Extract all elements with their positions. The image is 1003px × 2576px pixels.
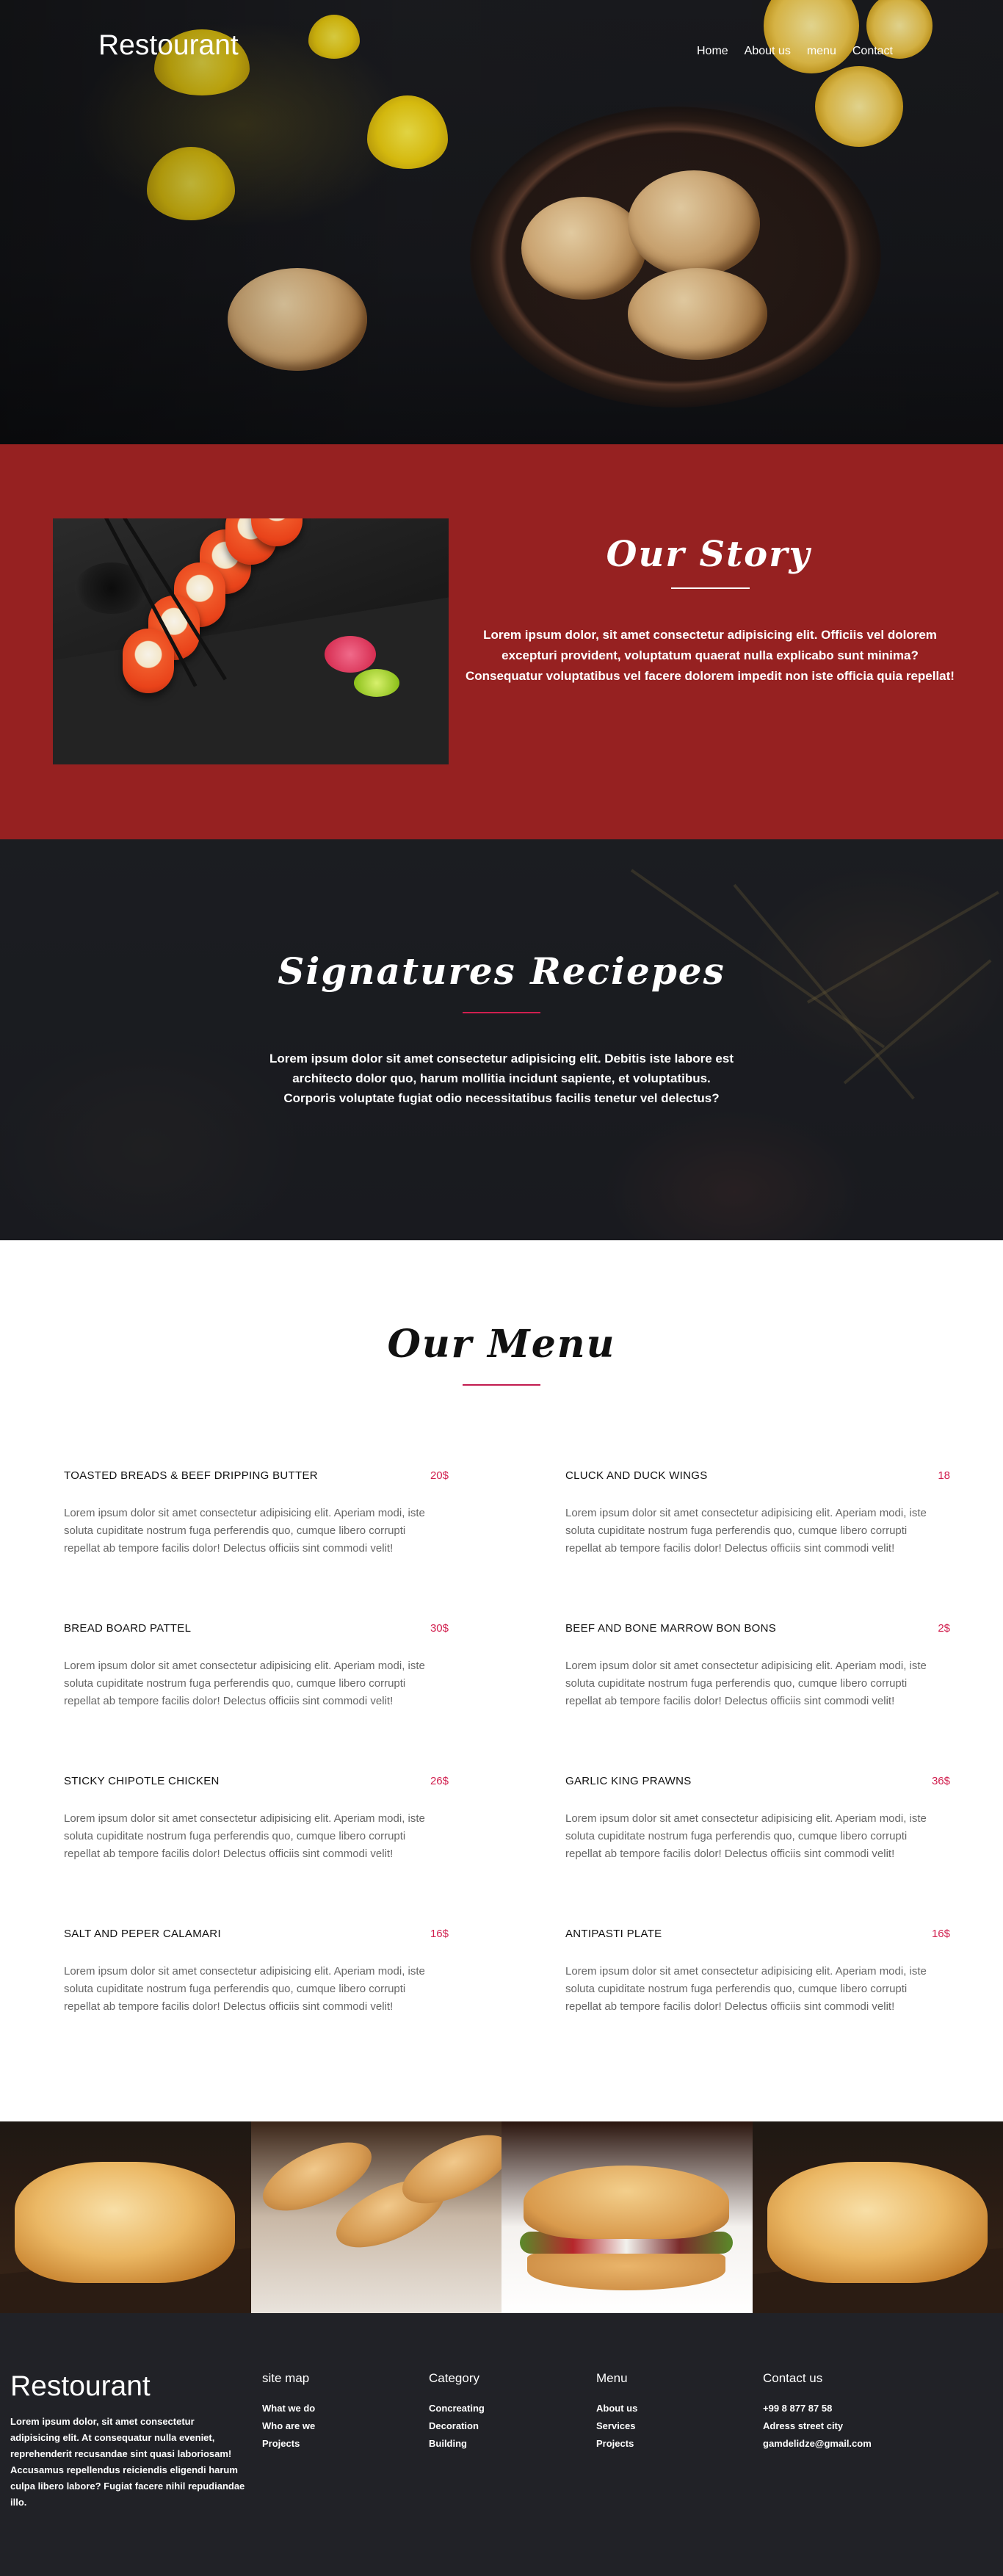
food-gallery <box>0 2121 1003 2313</box>
footer-logo[interactable]: Restourant <box>10 2370 151 2403</box>
menu-item-price: 30$ <box>430 1622 449 1635</box>
story-text: Lorem ipsum dolor, sit amet consectetur … <box>466 628 955 683</box>
footer-email[interactable]: gamdelidze@gmail.com <box>763 2435 872 2453</box>
menu-item: BREAD BOARD PATTEL 30$ Lorem ipsum dolor … <box>64 1622 449 1710</box>
menu-item: SALT AND PEPER CALAMARI 16$ Lorem ipsum d… <box>64 1928 449 2016</box>
menu-item-name: ANTIPASTI PLATE <box>565 1928 662 1940</box>
soy-bowl <box>75 562 148 614</box>
footer-link[interactable]: Who are we <box>262 2417 315 2435</box>
footer-link[interactable]: Services <box>596 2417 637 2435</box>
menu-item-price: 26$ <box>430 1775 449 1787</box>
menu-item-price: 36$ <box>931 1775 950 1787</box>
menu-item: BEEF AND BONE MARROW BON BONS 2$ Lorem ip… <box>565 1622 950 1710</box>
menu-item: CLUCK AND DUCK WINGS 18 Lorem ipsum dolor… <box>565 1469 950 1557</box>
menu-item-name: CLUCK AND DUCK WINGS <box>565 1469 708 1482</box>
gallery-image-pastry <box>0 2121 251 2313</box>
menu-item: GARLIC KING PRAWNS 36$ Lorem ipsum dolor … <box>565 1775 950 1863</box>
menu-item-price: 16$ <box>931 1928 950 1940</box>
gallery-image-sandwiches <box>250 2121 502 2313</box>
menu-item-name: STICKY CHIPOTLE CHICKEN <box>64 1775 220 1787</box>
footer-column-menu: Menu About us Services Projects <box>596 2371 637 2453</box>
hero-shade <box>0 0 1003 444</box>
lime-garnish <box>354 669 399 697</box>
menu-item-name: TOASTED BREADS & BEEF DRIPPING BUTTER <box>64 1469 318 1482</box>
nav-about-us[interactable]: About us <box>745 45 791 58</box>
footer-column-title: Category <box>429 2371 479 2385</box>
footer-link[interactable]: Decoration <box>429 2417 485 2435</box>
menu-item-price: 20$ <box>430 1469 449 1482</box>
site-logo[interactable]: Restourant <box>98 29 239 62</box>
menu-item-description: Lorem ipsum dolor sit amet consectetur a… <box>565 1965 927 2013</box>
signatures-overlay <box>0 839 1003 1240</box>
footer-column-site-map: site map What we do Who are we Projects <box>262 2371 315 2453</box>
menu-title: Our Menu <box>387 1322 616 1367</box>
footer-link[interactable]: Projects <box>596 2435 637 2453</box>
menu-item-name: BEEF AND BONE MARROW BON BONS <box>565 1622 777 1635</box>
sushi-image <box>53 518 449 764</box>
signatures-title: Signatures Reciepes <box>278 949 725 993</box>
menu-item-price: 16$ <box>430 1928 449 1940</box>
footer-column-contact: Contact us +99 8 877 87 58 Adress street… <box>763 2371 872 2453</box>
signatures-section: Signatures Reciepes Lorem ipsum dolor si… <box>0 839 1003 1240</box>
burger-bottom-bun <box>527 2250 725 2290</box>
footer-column-category: Category Concreating Decoration Building <box>429 2371 485 2453</box>
menu-item-price: 2$ <box>938 1622 950 1635</box>
nav-home[interactable]: Home <box>697 45 728 58</box>
menu-item-name: BREAD BOARD PATTEL <box>64 1622 192 1635</box>
footer-link[interactable]: Building <box>429 2435 485 2453</box>
menu-item-description: Lorem ipsum dolor sit amet consectetur a… <box>64 1812 425 1860</box>
nav-menu[interactable]: menu <box>807 45 836 58</box>
story-title: Our Story <box>606 534 811 575</box>
pastry <box>15 2162 235 2283</box>
nav-contact[interactable]: Contact <box>852 45 893 58</box>
footer-column-title: Contact us <box>763 2371 823 2385</box>
menu-item: STICKY CHIPOTLE CHICKEN 26$ Lorem ipsum d… <box>64 1775 449 1863</box>
menu-item-description: Lorem ipsum dolor sit amet consectetur a… <box>565 1660 927 1707</box>
menu-item-description: Lorem ipsum dolor sit amet consectetur a… <box>565 1812 927 1860</box>
menu-item: ANTIPASTI PLATE 16$ Lorem ipsum dolor sit… <box>565 1928 950 2016</box>
footer-link[interactable]: What we do <box>262 2400 315 2417</box>
menu-item-description: Lorem ipsum dolor sit amet consectetur a… <box>565 1507 927 1555</box>
footer-link[interactable]: About us <box>596 2400 637 2417</box>
menu-title-divider <box>463 1384 540 1386</box>
footer-phone[interactable]: +99 8 877 87 58 <box>763 2400 872 2417</box>
gallery-image-burger <box>502 2121 753 2313</box>
footer-column-title: Menu <box>596 2371 628 2385</box>
footer-column-title: site map <box>262 2371 310 2385</box>
footer-address[interactable]: Adress street city <box>763 2417 872 2435</box>
sushi-roll <box>123 629 174 693</box>
site-footer: Restourant Lorem ipsum dolor, sit amet c… <box>0 2313 1003 2576</box>
menu-item-description: Lorem ipsum dolor sit amet consectetur a… <box>64 1965 425 2013</box>
menu-item-price: 18 <box>938 1469 950 1482</box>
footer-about-text: Lorem ipsum dolor, sit amet consectetur … <box>10 2416 245 2508</box>
signatures-title-divider <box>463 1012 540 1013</box>
menu-item-name: GARLIC KING PRAWNS <box>565 1775 692 1787</box>
main-nav: Home About us menu Contact <box>681 45 893 58</box>
gallery-image-pastry <box>752 2121 1003 2313</box>
hero-section: Restourant Home About us menu Contact <box>0 0 1003 444</box>
pastry <box>767 2162 988 2283</box>
burger-top-bun <box>524 2166 729 2239</box>
story-title-divider <box>671 587 750 589</box>
menu-item-name: SALT AND PEPER CALAMARI <box>64 1928 221 1940</box>
footer-link[interactable]: Concreating <box>429 2400 485 2417</box>
signatures-text: Lorem ipsum dolor sit amet consectetur a… <box>269 1052 734 1105</box>
menu-item-description: Lorem ipsum dolor sit amet consectetur a… <box>64 1660 425 1707</box>
menu-item: TOASTED BREADS & BEEF DRIPPING BUTTER 20$… <box>64 1469 449 1557</box>
ginger-garnish <box>325 636 376 673</box>
menu-item-description: Lorem ipsum dolor sit amet consectetur a… <box>64 1507 425 1555</box>
footer-link[interactable]: Projects <box>262 2435 315 2453</box>
our-story-section: Our Story Lorem ipsum dolor, sit amet co… <box>0 444 1003 839</box>
